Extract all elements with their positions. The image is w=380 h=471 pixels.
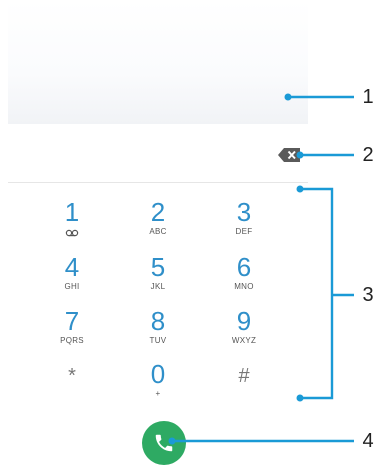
callout-lines [168, 93, 354, 445]
callout-label-1: 1 [362, 86, 374, 108]
callout-label-2: 2 [362, 144, 374, 166]
callout-label-3: 3 [362, 284, 374, 306]
callout-label-4: 4 [362, 430, 374, 452]
